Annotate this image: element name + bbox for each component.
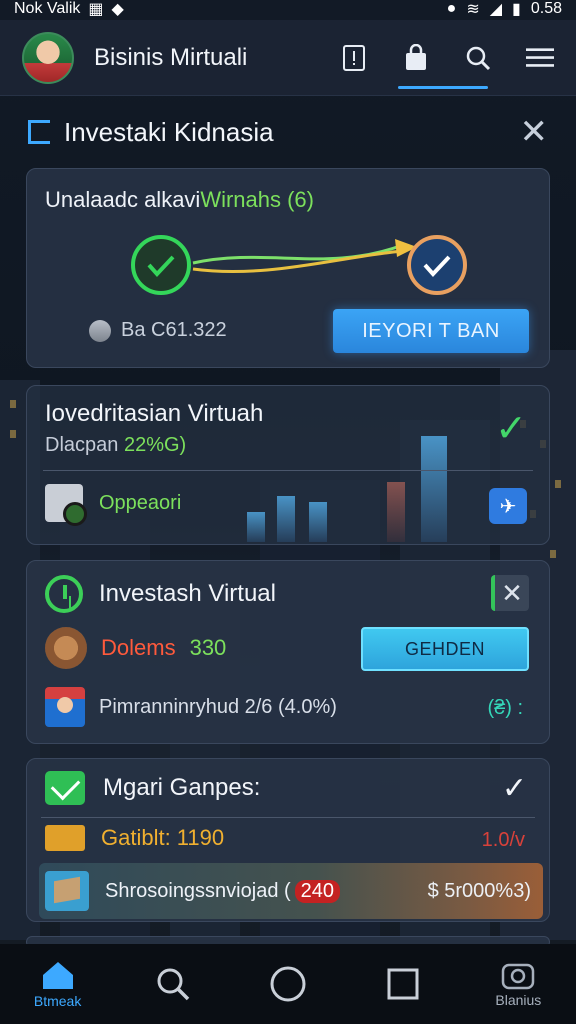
nav-camera[interactable]: Blanius	[478, 949, 558, 1019]
progress-label: Pimranninryhud 2/6 (4.0%)	[99, 695, 337, 718]
shipping-amount: $ 5r000%3)	[427, 879, 531, 902]
drive-icon	[45, 484, 87, 526]
operation-row[interactable]: Oppeaori	[45, 484, 182, 526]
transfer-title-highlight: Wirnahs (6)	[200, 187, 314, 212]
package-icon	[45, 871, 89, 911]
app-title: Bisinis Mirtuali	[94, 43, 248, 71]
status-bar: Nok Valik ▦ ◆ ● ≋ ◢ ▮ 0.58	[0, 0, 576, 18]
circle-icon	[270, 966, 306, 1002]
shipping-label-text: Shrosoingssnviojad (	[105, 879, 291, 902]
gatibit-rate: 1.0/v	[481, 829, 525, 851]
checkmark-icon[interactable]: ✓	[502, 771, 527, 806]
dollars-row: Dolems 330	[45, 627, 226, 669]
nav-camera-label: Blanius	[495, 992, 542, 1008]
transfer-title: Unalaadc alkaviWirnahs (6)	[45, 187, 314, 213]
active-tab-indicator	[398, 86, 488, 89]
transfer-title-text: Unalaadc alkavi	[45, 187, 201, 212]
divider	[41, 817, 535, 818]
shipping-row[interactable]: Shrosoingssnviojad (240 $ 5r000%3)	[39, 863, 543, 919]
bottom-navigation: Btmeak Blanius	[0, 944, 576, 1024]
background-bars	[237, 436, 447, 542]
camera-icon	[502, 963, 535, 990]
dollars-label: Dolems	[101, 635, 176, 660]
close-icon[interactable]: ✕	[491, 575, 529, 611]
transfer-card: Unalaadc alkaviWirnahs (6) Ba C61.322 IE…	[26, 168, 550, 368]
section-title: Investaki Kidnasia	[64, 116, 274, 147]
battery-icon: ▮	[512, 1, 521, 18]
divider	[43, 470, 533, 471]
person-icon	[45, 687, 85, 727]
investment-summary-card: Iovedritasian Virtuah Dlacpan 22%G) ✓ Op…	[26, 385, 550, 545]
bag-icon[interactable]	[402, 43, 430, 72]
summary-title: Iovedritasian Virtuah	[45, 400, 264, 427]
home-icon	[42, 962, 73, 989]
transfer-flow-graphic	[131, 235, 467, 295]
square-icon	[387, 968, 419, 1000]
section-header: Investaki Kidnasia ✕	[28, 110, 548, 154]
games-card: Mgari Ganpes: ✓ Gatiblt: 1190 1.0/v Shro…	[26, 758, 550, 922]
summary-subtitle-highlight: 22%G)	[123, 434, 187, 456]
operation-label: Oppeaori	[99, 491, 182, 514]
app-bar: Bisinis Mirtuali	[0, 20, 576, 96]
gatibit-row[interactable]: Gatiblt: 1190	[45, 825, 224, 851]
check-icon: ✓	[495, 408, 527, 450]
games-title: Mgari Ganpes:	[103, 774, 261, 801]
balance-row: Ba C61.322	[89, 319, 227, 342]
search-icon	[157, 968, 190, 1001]
summary-subtitle: Dlacpan 22%G)	[45, 434, 186, 457]
report-button[interactable]: IEYORI T BAN	[333, 309, 529, 353]
avatar[interactable]	[22, 31, 74, 84]
nav-home-label: Btmeak	[33, 993, 82, 1009]
virtual-investment-header: Investash Virtual	[45, 575, 276, 613]
progress-row[interactable]: Pimranninryhud 2/6 (4.0%)	[45, 687, 337, 727]
bracket-icon	[28, 120, 50, 144]
games-header: Mgari Ganpes:	[45, 771, 260, 805]
search-icon[interactable]	[464, 44, 492, 72]
dollars-value: 330	[189, 635, 227, 660]
alert-icon[interactable]	[340, 44, 368, 72]
open-button[interactable]: GEHDEN	[361, 627, 529, 671]
summary-subtitle-text: Dlacpan	[45, 434, 119, 456]
gatibit-label: Gatiblt: 1190	[101, 825, 225, 850]
nav-search[interactable]	[133, 949, 213, 1019]
signal-icon: ◢	[489, 1, 503, 18]
notification-icon: ◆	[111, 1, 124, 18]
alarm-icon: ●	[446, 0, 457, 17]
virtual-investment-card: Investash Virtual ✕ Dolems 330 GEHDEN Pi…	[26, 560, 550, 744]
medal-icon	[45, 627, 87, 669]
pin-icon[interactable]: ✈	[489, 488, 527, 524]
clock-time: 0.58	[530, 0, 562, 17]
nav-home[interactable]: Btmeak	[18, 949, 98, 1019]
wifi-icon: ≋	[466, 1, 480, 18]
ticket-icon	[45, 825, 85, 851]
clock-icon	[45, 575, 83, 613]
nav-recents[interactable]	[363, 949, 443, 1019]
currency-indicator[interactable]: (₴) :	[487, 697, 523, 720]
carrier-label: Nok Valik	[14, 0, 81, 17]
shipping-label: Shrosoingssnviojad (240	[105, 879, 341, 903]
mail-icon	[45, 771, 85, 805]
nav-home-button[interactable]	[248, 949, 328, 1019]
grid-icon: ▦	[88, 1, 104, 18]
close-icon[interactable]: ✕	[520, 115, 549, 149]
app-actions	[340, 43, 554, 72]
count-badge: 240	[294, 879, 341, 903]
virtual-investment-title: Investash Virtual	[99, 580, 276, 607]
coin-icon	[89, 319, 111, 342]
balance-value: Ba C61.322	[121, 319, 227, 341]
menu-icon[interactable]	[526, 44, 554, 72]
